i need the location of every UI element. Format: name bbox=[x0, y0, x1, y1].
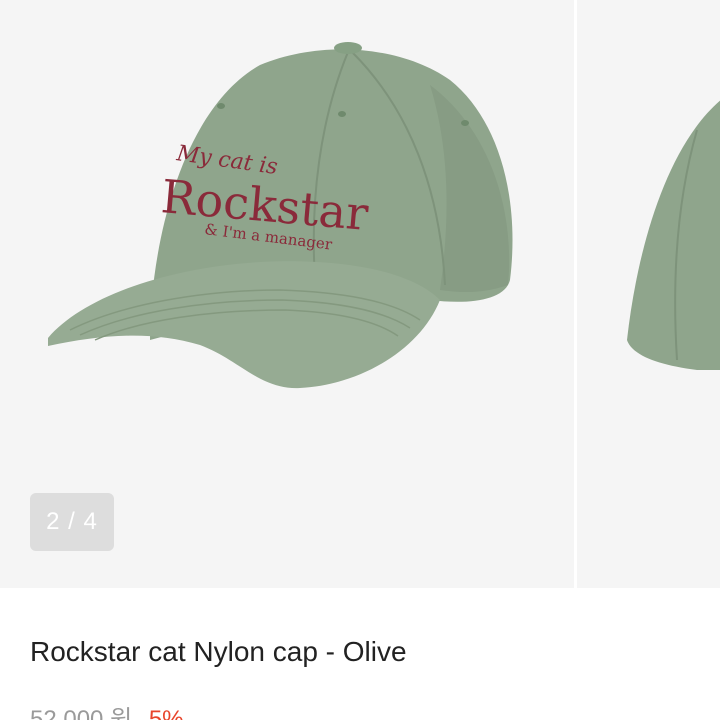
product-image-gallery[interactable]: My cat is Rockstar & I'm a manager 2 / 4 bbox=[0, 0, 720, 588]
cap-eyelet bbox=[338, 111, 346, 117]
product-image-current[interactable]: My cat is Rockstar & I'm a manager 2 / 4 bbox=[0, 0, 574, 588]
cap-button bbox=[334, 42, 362, 54]
product-title: Rockstar cat Nylon cap - Olive bbox=[30, 636, 407, 667]
cap-crown-side bbox=[627, 100, 720, 370]
image-counter: 2 / 4 bbox=[30, 493, 114, 551]
cap-eyelet bbox=[461, 120, 469, 126]
cap-eyelet bbox=[217, 103, 225, 109]
price-row: 52,000 원 5% bbox=[30, 706, 184, 720]
product-image-next-preview[interactable] bbox=[577, 0, 720, 588]
product-page: My cat is Rockstar & I'm a manager 2 / 4… bbox=[0, 0, 720, 720]
product-price: 52,000 원 bbox=[30, 706, 133, 720]
discount-badge: 5% bbox=[148, 706, 184, 720]
olive-cap-side-image bbox=[627, 100, 720, 370]
